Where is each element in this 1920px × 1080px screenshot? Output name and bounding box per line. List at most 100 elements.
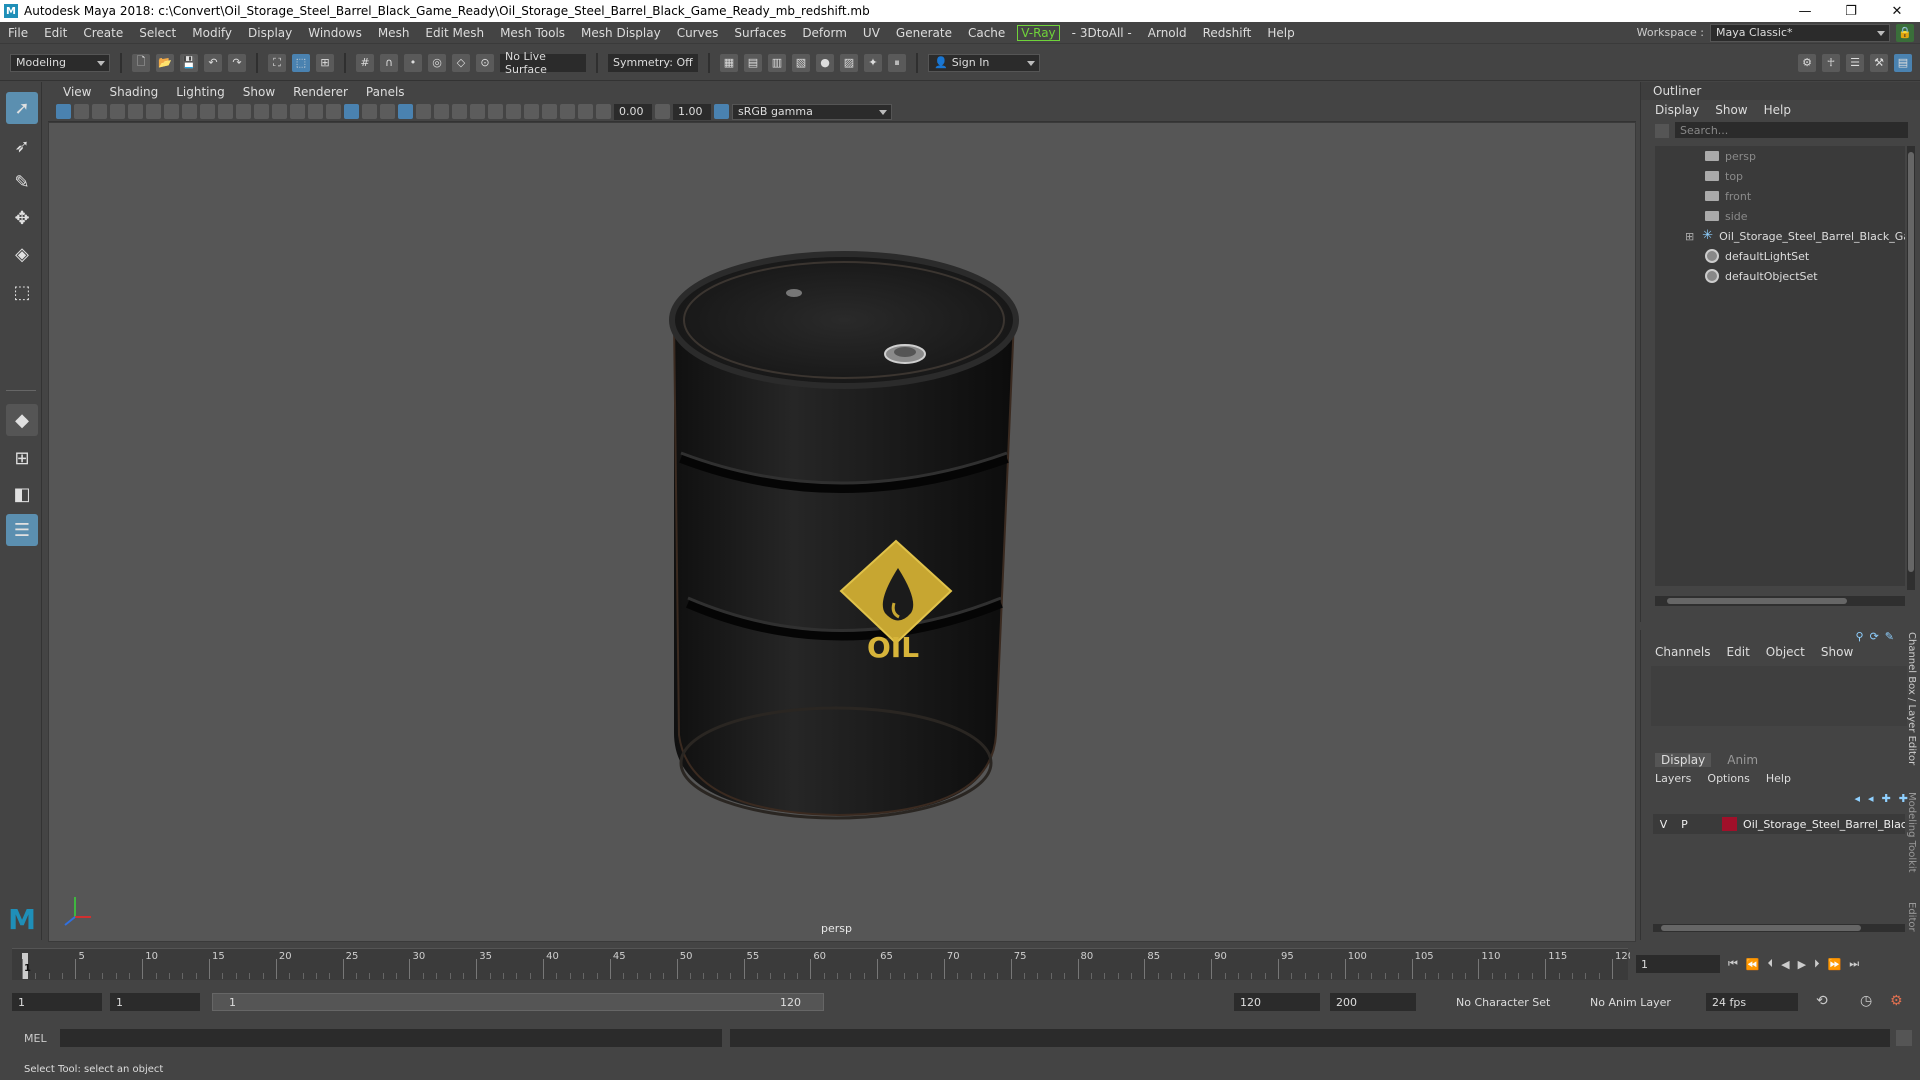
select-object-icon[interactable]: ⬚ <box>292 53 310 72</box>
viewport-persp[interactable]: OIL persp <box>48 122 1636 942</box>
gamma-field[interactable]: 1.00 <box>673 103 711 120</box>
key-icon[interactable]: ⚲ <box>1856 630 1864 643</box>
menu-select[interactable]: Select <box>131 26 184 40</box>
menu-set-dropdown[interactable]: Modeling <box>10 53 110 72</box>
sign-in-button[interactable]: 👤 Sign In <box>928 53 1040 72</box>
menu-uv[interactable]: UV <box>855 26 888 40</box>
safe-action-icon[interactable] <box>290 104 305 119</box>
rotate-tool-icon[interactable]: ◈ <box>6 238 38 270</box>
layer-visibility-toggle[interactable]: V <box>1653 818 1674 831</box>
range-bar[interactable]: 1 120 <box>212 993 824 1011</box>
lasso-tool-icon[interactable]: ➶ <box>6 130 38 162</box>
modeling-toolkit-icon[interactable]: ⚙ <box>1798 53 1816 72</box>
layer-menu-layers[interactable]: Layers <box>1655 772 1691 785</box>
menu-deform[interactable]: Deform <box>794 26 855 40</box>
layer-horizontal-scrollbar[interactable] <box>1653 924 1905 932</box>
viewport-menu-renderer[interactable]: Renderer <box>286 85 355 99</box>
command-input[interactable] <box>60 1029 722 1047</box>
outliner-item-default-light-set[interactable]: defaultLightSet <box>1655 246 1905 266</box>
field-chart-icon[interactable] <box>272 104 287 119</box>
exposure-field[interactable]: 0.00 <box>614 103 652 120</box>
view-transform-dropdown[interactable]: sRGB gamma <box>732 103 892 120</box>
barrel-model[interactable] <box>669 251 1019 820</box>
playback-start-field[interactable]: 1 <box>110 993 200 1011</box>
viewport-menu-view[interactable]: View <box>56 85 98 99</box>
edit-icon[interactable]: ✎ <box>1885 630 1894 643</box>
menu-create[interactable]: Create <box>75 26 131 40</box>
outliner-search-input[interactable]: Search... <box>1675 122 1908 138</box>
resolution-gate-icon[interactable] <box>236 104 251 119</box>
pause-icon[interactable]: ⏸ <box>888 53 906 72</box>
side-tab-modeling-toolkit[interactable]: Modeling Toolkit <box>1906 792 1917 873</box>
move-layer-up-icon[interactable]: ◂ <box>1855 792 1861 805</box>
wireframe-on-shaded-icon[interactable] <box>380 104 395 119</box>
menu-display[interactable]: Display <box>240 26 300 40</box>
menu-file[interactable]: File <box>0 26 36 40</box>
tab-display[interactable]: Display <box>1655 753 1712 767</box>
channels-menu-object[interactable]: Object <box>1766 645 1805 659</box>
exposure-icon[interactable] <box>596 104 611 119</box>
move-tool-icon[interactable]: ✥ <box>6 202 38 234</box>
xray-icon[interactable] <box>542 104 557 119</box>
refresh-icon[interactable]: ⟳ <box>1870 630 1879 643</box>
film-gate-icon[interactable] <box>218 104 233 119</box>
auto-key-icon[interactable]: ◷ <box>1860 993 1872 1009</box>
expand-icon[interactable]: ⊞ <box>1685 230 1694 243</box>
side-tab-channel-box[interactable]: Channel Box / Layer Editor <box>1906 632 1917 765</box>
menu-mesh[interactable]: Mesh <box>370 26 418 40</box>
two-view-icon[interactable]: ◧ <box>6 478 38 510</box>
outliner-menu-display[interactable]: Display <box>1655 103 1699 117</box>
anti-aliasing-icon[interactable] <box>488 104 503 119</box>
gamma-icon[interactable] <box>655 104 670 119</box>
shadows-icon[interactable] <box>434 104 449 119</box>
render-view-icon[interactable]: ▨ <box>840 53 858 72</box>
fps-dropdown[interactable]: 24 fps <box>1706 993 1798 1011</box>
new-layer-icon[interactable]: ✚ <box>1882 792 1891 805</box>
maximize-button[interactable]: ❐ <box>1828 0 1874 22</box>
display-layer-row[interactable]: V P Oil_Storage_Steel_Barrel_Black <box>1653 814 1905 834</box>
outliner-filter-icon[interactable] <box>1655 124 1669 138</box>
outliner-item-default-object-set[interactable]: defaultObjectSet <box>1655 266 1905 286</box>
symmetry-dropdown[interactable]: Symmetry: Off <box>608 53 698 72</box>
use-lights-icon[interactable] <box>416 104 431 119</box>
snap-live-icon[interactable]: ⊙ <box>476 53 494 72</box>
viewport-menu-shading[interactable]: Shading <box>102 85 165 99</box>
open-scene-icon[interactable]: 📂 <box>156 53 174 72</box>
outliner-item-front[interactable]: front <box>1655 186 1905 206</box>
playback-end-field[interactable]: 120 <box>1234 993 1320 1011</box>
snap-view-icon[interactable]: ◎ <box>428 53 446 72</box>
character-set-dropdown[interactable]: No Character Set <box>1450 993 1580 1011</box>
channel-box-icon[interactable]: ▤ <box>1894 53 1912 72</box>
viewport-menu-show[interactable]: Show <box>236 85 282 99</box>
gate-mask-icon[interactable] <box>254 104 269 119</box>
image-plane-icon[interactable] <box>110 104 125 119</box>
layer-menu-options[interactable]: Options <box>1707 772 1749 785</box>
render-frame-icon[interactable]: ▤ <box>744 53 762 72</box>
menu-surfaces[interactable]: Surfaces <box>726 26 794 40</box>
textured-icon[interactable] <box>398 104 413 119</box>
ipr-render-icon[interactable]: ▥ <box>768 53 786 72</box>
outliner-item-barrel[interactable]: ⊞✳Oil_Storage_Steel_Barrel_Black_Game_Re <box>1655 226 1905 246</box>
bookmarks-icon[interactable] <box>92 104 107 119</box>
snap-surface-icon[interactable]: ◇ <box>452 53 470 72</box>
step-back-frame-icon[interactable]: ⏴ <box>1768 957 1774 971</box>
outliner-horizontal-scrollbar[interactable] <box>1655 596 1905 606</box>
menu-edit-mesh[interactable]: Edit Mesh <box>417 26 492 40</box>
play-backward-icon[interactable]: ◀ <box>1781 958 1789 971</box>
outliner-menu-show[interactable]: Show <box>1715 103 1747 117</box>
new-scene-icon[interactable]: 🗋 <box>132 53 150 72</box>
paint-select-icon[interactable]: ✎ <box>6 166 38 198</box>
play-forward-icon[interactable]: ▶ <box>1798 958 1806 971</box>
scrollbar-thumb[interactable] <box>1908 152 1914 572</box>
single-perspective-icon[interactable]: ◆ <box>6 404 38 436</box>
menu-modify[interactable]: Modify <box>184 26 240 40</box>
menu-redshift[interactable]: Redshift <box>1195 26 1260 40</box>
outliner-vertical-scrollbar[interactable] <box>1907 146 1915 590</box>
viewport-menu-lighting[interactable]: Lighting <box>169 85 232 99</box>
select-tool-icon[interactable]: ➚ <box>6 92 38 124</box>
anim-layer-dropdown[interactable]: No Anim Layer <box>1584 993 1684 1011</box>
side-tab-attribute-editor[interactable]: Attribute Editor <box>1906 902 1920 932</box>
menu-arnold[interactable]: Arnold <box>1140 26 1195 40</box>
menu-edit[interactable]: Edit <box>36 26 75 40</box>
menu-mesh-display[interactable]: Mesh Display <box>573 26 669 40</box>
